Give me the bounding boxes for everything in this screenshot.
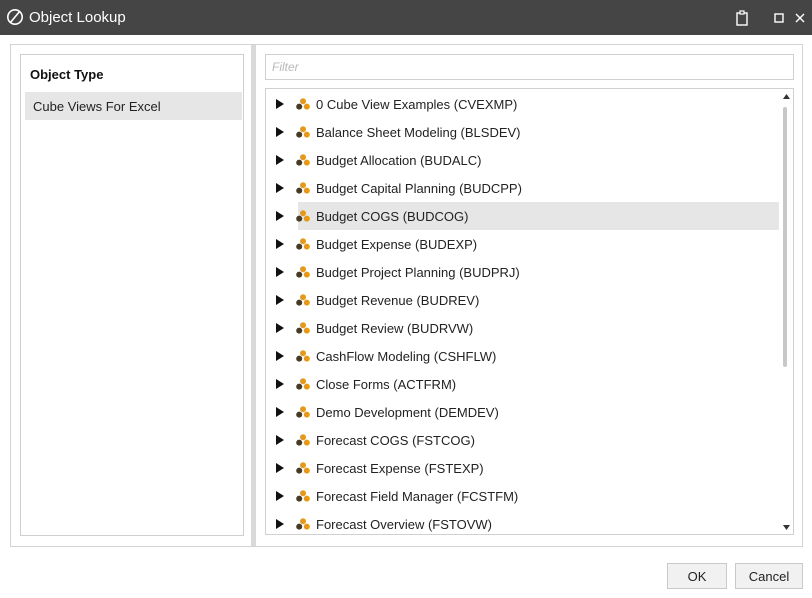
tree-item[interactable]: Budget Capital Planning (BUDCPP) (276, 174, 780, 202)
tree-item[interactable]: Budget Allocation (BUDALC) (276, 146, 780, 174)
expand-arrow-icon[interactable] (276, 127, 284, 137)
cube-view-icon (296, 210, 310, 222)
window-title: Object Lookup (29, 9, 126, 26)
tree-item-label: Budget Revenue (BUDREV) (316, 292, 480, 308)
expand-arrow-icon[interactable] (276, 463, 284, 473)
tree-item-label: 0 Cube View Examples (CVEXMP) (316, 96, 518, 112)
tree-item[interactable]: Budget COGS (BUDCOG) (276, 202, 792, 230)
tree-item-label: Forecast Overview (FSTOVW) (316, 516, 493, 532)
object-type-pane: Object Type Cube Views For Excel (20, 54, 244, 536)
cube-view-icon (296, 182, 310, 194)
tree-item-label: Forecast COGS (FSTCOG) (316, 432, 475, 448)
cancel-button[interactable]: Cancel (735, 563, 803, 589)
tree-item-label: Budget Review (BUDRVW) (316, 320, 474, 336)
tree-item[interactable]: Forecast COGS (FSTCOG) (276, 426, 780, 454)
cube-view-icon (296, 238, 310, 250)
object-type-header: Object Type (30, 67, 104, 82)
cube-view-icon (296, 406, 310, 418)
ok-button[interactable]: OK (667, 563, 727, 589)
tree-item-label: Forecast Expense (FSTEXP) (316, 460, 484, 476)
close-icon[interactable] (789, 0, 811, 35)
object-type-item-label: Cube Views For Excel (33, 98, 161, 114)
tree-item-label: Forecast Field Manager (FCSTFM) (316, 488, 519, 504)
tree-item[interactable]: CashFlow Modeling (CSHFLW) (276, 342, 780, 370)
expand-arrow-icon[interactable] (276, 379, 284, 389)
tree-item[interactable]: Budget Revenue (BUDREV) (276, 286, 780, 314)
content-panel: Object Type Cube Views For Excel 0 Cube … (10, 44, 803, 547)
expand-arrow-icon[interactable] (276, 295, 284, 305)
expand-arrow-icon[interactable] (276, 435, 284, 445)
tree-item-label: Close Forms (ACTFRM) (316, 376, 457, 392)
cube-view-icon (296, 434, 310, 446)
cube-view-icon (296, 266, 310, 278)
tree-item-label: Budget Project Planning (BUDPRJ) (316, 264, 520, 280)
expand-arrow-icon[interactable] (276, 99, 284, 109)
tree-item-label: Budget Expense (BUDEXP) (316, 236, 478, 252)
maximize-icon[interactable] (768, 0, 790, 35)
tree-item-label: Budget Allocation (BUDALC) (316, 152, 482, 168)
expand-arrow-icon[interactable] (276, 239, 284, 249)
tree-item[interactable]: Balance Sheet Modeling (BLSDEV) (276, 118, 780, 146)
cube-view-tree: 0 Cube View Examples (CVEXMP) Balance She… (265, 88, 794, 535)
expand-arrow-icon[interactable] (276, 351, 284, 361)
object-type-item-cube-views-for-excel[interactable]: Cube Views For Excel (25, 92, 242, 120)
cube-view-icon (296, 350, 310, 362)
cube-view-icon (296, 98, 310, 110)
filter-input[interactable] (265, 54, 794, 80)
scroll-up-arrow-icon[interactable] (779, 89, 793, 103)
scroll-down-arrow-icon[interactable] (779, 520, 793, 534)
scrollbar-thumb[interactable] (783, 107, 787, 367)
vertical-scrollbar[interactable] (779, 89, 793, 534)
expand-arrow-icon[interactable] (276, 155, 284, 165)
cube-view-icon (296, 462, 310, 474)
tree-item[interactable]: Budget Review (BUDRVW) (276, 314, 780, 342)
pane-splitter[interactable] (251, 45, 256, 546)
tree-item[interactable]: Budget Project Planning (BUDPRJ) (276, 258, 780, 286)
tree-item[interactable]: Forecast Overview (FSTOVW) (276, 510, 780, 534)
tree-item[interactable]: Forecast Field Manager (FCSTFM) (276, 482, 780, 510)
tree-item-label: Demo Development (DEMDEV) (316, 404, 499, 420)
cube-view-icon (296, 126, 310, 138)
tree-item[interactable]: Budget Expense (BUDEXP) (276, 230, 780, 258)
tree-item-label: Budget COGS (BUDCOG) (316, 208, 469, 224)
onestream-logo-icon (6, 8, 24, 26)
tree-item[interactable]: Close Forms (ACTFRM) (276, 370, 780, 398)
tree-item-label: Budget Capital Planning (BUDCPP) (316, 180, 522, 196)
tree-item-label: CashFlow Modeling (CSHFLW) (316, 348, 497, 364)
tree-item[interactable]: Demo Development (DEMDEV) (276, 398, 780, 426)
tree-item-label: Balance Sheet Modeling (BLSDEV) (316, 124, 521, 140)
tree-item[interactable]: Forecast Expense (FSTEXP) (276, 454, 780, 482)
cube-view-icon (296, 154, 310, 166)
expand-arrow-icon[interactable] (276, 267, 284, 277)
cube-view-icon (296, 378, 310, 390)
expand-arrow-icon[interactable] (276, 407, 284, 417)
expand-arrow-icon[interactable] (276, 519, 284, 529)
cube-view-icon (296, 322, 310, 334)
expand-arrow-icon[interactable] (276, 491, 284, 501)
clipboard-icon[interactable] (731, 0, 753, 35)
expand-arrow-icon[interactable] (276, 183, 284, 193)
title-bar[interactable]: Object Lookup (0, 0, 812, 35)
cube-view-icon (296, 490, 310, 502)
cube-view-icon (296, 518, 310, 530)
cube-view-icon (296, 294, 310, 306)
object-lookup-dialog: Object Lookup Object Type Cube Views For… (0, 0, 812, 598)
expand-arrow-icon[interactable] (276, 323, 284, 333)
expand-arrow-icon[interactable] (276, 211, 284, 221)
tree-item[interactable]: 0 Cube View Examples (CVEXMP) (276, 90, 780, 118)
